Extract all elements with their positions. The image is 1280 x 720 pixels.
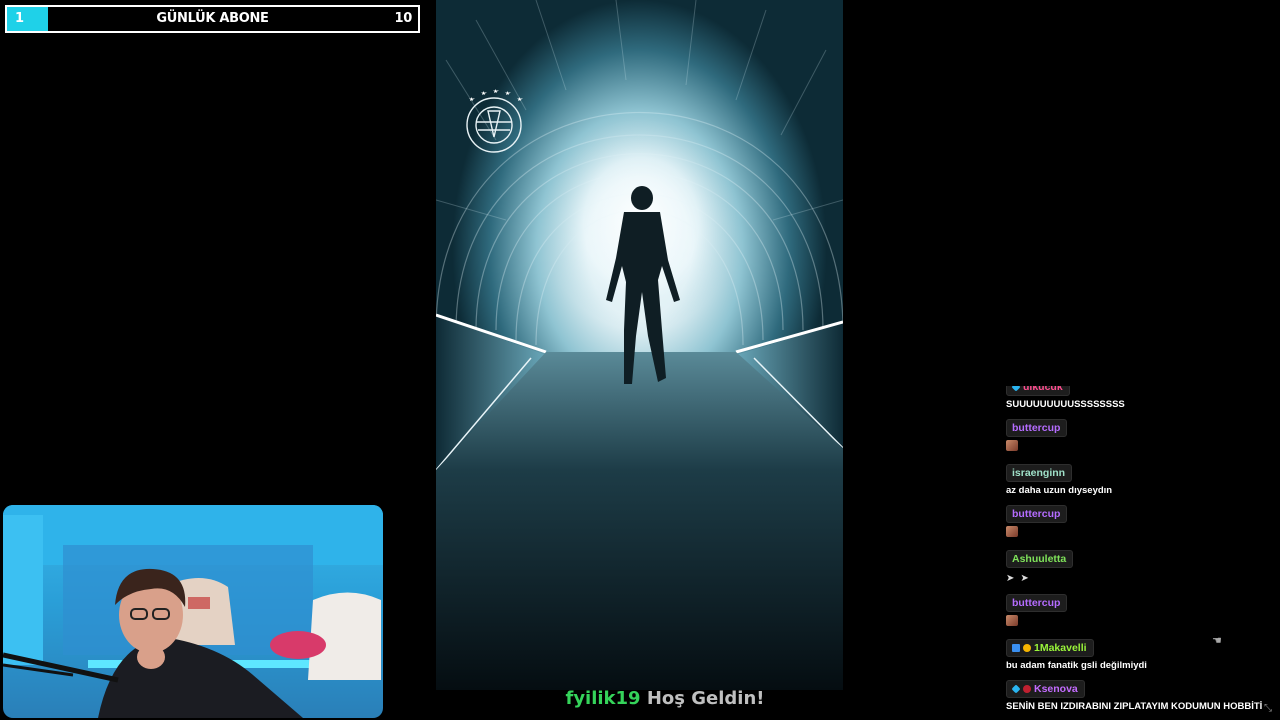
video-player[interactable] [436,0,843,690]
chat-message-text: SENİN BEN IZDIRABINI ZIPLATAYIM KODUMUN … [1006,701,1263,712]
goal-title: GÜNLÜK ABONE [156,11,269,26]
blue-badge-icon [1011,386,1021,392]
hand-cursor-icon: ☚ [1212,635,1222,647]
chat-message-text: bu adam fanatik gsli değilmiydi [1006,660,1147,671]
chat-username: israenginn [1012,467,1066,479]
chat-username: buttercup [1012,597,1061,609]
chat-username-tag[interactable]: 1Makavelli [1006,639,1094,657]
chat-username: buttercup [1012,508,1061,520]
chat-message: Ashuuletta ➤ ➤ [1006,549,1276,586]
plane-emote-icon: ➤ [1006,573,1015,584]
chat-username: buttercup [1012,422,1061,434]
chat-message-text: az daha uzun dıyseydın [1006,485,1113,496]
red-badge-icon [1023,685,1031,693]
gold-badge-icon [1023,644,1031,652]
chat-message: buttercup [1006,504,1276,542]
chat-message: ulkucuk SUUUUUUUUUSSSSSSSS [1006,386,1276,411]
emote-icon [1006,440,1018,451]
chat-username-tag[interactable]: Ksenova [1006,680,1085,698]
chat-overlay: AshuulettaAynen inandım he heulkucukSUUU… [1006,386,1276,720]
chat-username-tag[interactable]: Ashuuletta [1006,550,1074,568]
chat-message: 1Makavelli bu adam fanatik gsli değilmiyd… [1006,638,1276,672]
chat-username: 1Makavelli [1034,642,1087,654]
welcome-greeting: Hoş Geldin! [646,688,765,709]
tunnel-scene [436,0,843,690]
chat-message-text: SUUUUUUUUUSSSSSSSS [1006,399,1125,410]
emote-icon [1006,526,1018,537]
chat-message: Ksenova SENİN BEN IZDIRABINI ZIPLATAYIM K… [1006,679,1276,713]
chat-username-tag[interactable]: buttercup [1006,419,1068,437]
webcam-feed [3,505,383,718]
sub-badge-icon [1012,644,1020,652]
plane-emote-icon: ➤ [1020,573,1029,584]
chat-username-tag[interactable]: buttercup [1006,594,1068,612]
stream-layout: 1 GÜNLÜK ABONE 10 fyilik19 Hoş Geldin! u… [0,0,1280,720]
subscriber-goal-bar: 1 GÜNLÜK ABONE 10 [5,5,420,33]
chat-username: Ksenova [1034,683,1078,695]
welcome-username: fyilik19 [565,688,641,709]
club-crest-icon [466,89,523,153]
emote-icon [1006,615,1018,626]
expand-icon[interactable]: ⤡ [1264,703,1272,714]
chat-username: ulkucuk [1023,386,1063,393]
chat-message: buttercup [1006,418,1276,456]
chat-message: israenginn az daha uzun dıyseydın [1006,463,1276,497]
goal-target-count: 10 [394,11,413,26]
streamer-camera-scene [3,505,383,718]
chat-message: buttercup [1006,593,1276,631]
blue-badge-icon [1011,684,1021,694]
chat-username: Ashuuletta [1012,553,1067,565]
chat-username-tag[interactable]: buttercup [1006,505,1068,523]
chat-username-tag[interactable]: israenginn [1006,464,1073,482]
chat-username-tag[interactable]: ulkucuk [1006,386,1070,396]
